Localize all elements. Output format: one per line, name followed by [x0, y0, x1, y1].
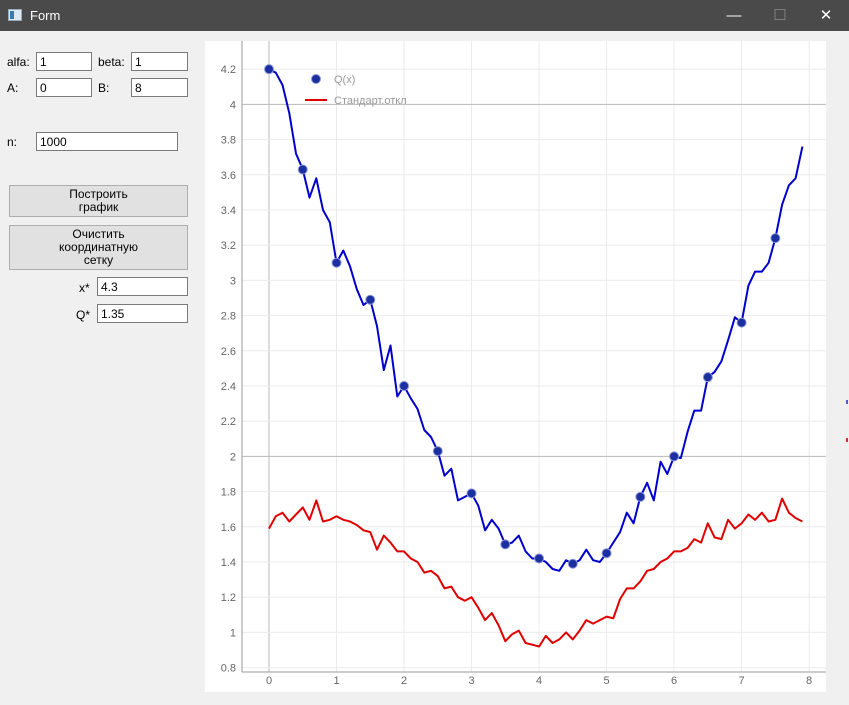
alfa-input[interactable]	[36, 52, 92, 71]
y-tick-label: 2.6	[221, 346, 236, 358]
y-tick-label: 3	[230, 275, 236, 287]
y-tick-label: 4.2	[221, 64, 236, 76]
x-tick-label: 7	[739, 675, 745, 687]
xstar-output[interactable]	[97, 277, 188, 296]
qstar-label: Q*	[76, 308, 91, 322]
x-tick-label: 6	[671, 675, 677, 687]
plot-area[interactable]: 0 1 2 3 4 5 6 7 8 0.8 1 1.2 1.4 1.6 1.8 2 2.2 2.4 2.6 2.8 3 3…	[205, 41, 826, 692]
close-button[interactable]: ✕	[803, 0, 849, 31]
y-tick-label: 2	[230, 451, 236, 463]
q-data-point	[399, 380, 410, 391]
plot-button[interactable]: Построить график	[9, 185, 188, 217]
x-tick-label: 3	[468, 675, 474, 687]
legend-label-std: Стандарт.откл	[334, 95, 407, 107]
legend-marker-q	[311, 74, 321, 84]
app-window-icon	[8, 9, 22, 21]
q-data-point	[702, 372, 713, 383]
q-data-point	[669, 451, 680, 462]
window-edge-mark-red	[846, 438, 848, 442]
b-input[interactable]	[131, 78, 188, 97]
q-data-point	[534, 553, 545, 564]
y-tick-label: 1	[230, 627, 236, 639]
x-tick-label: 8	[806, 675, 812, 687]
q-data-point	[500, 539, 511, 550]
clear-grid-button[interactable]: Очистить координатную сетку	[9, 225, 188, 270]
q-data-point	[432, 446, 443, 457]
y-tick-label: 1.4	[221, 557, 236, 569]
x-tick-label: 5	[604, 675, 610, 687]
y-tick-label: 2.4	[221, 381, 236, 393]
q-data-point	[466, 488, 477, 499]
n-input[interactable]	[36, 132, 178, 151]
maximize-button[interactable]: ☐	[757, 0, 803, 31]
y-tick-label: 1.6	[221, 522, 236, 534]
y-tick-label: 3.6	[221, 170, 236, 182]
b-label: B:	[98, 81, 110, 95]
y-tick-label: 2.8	[221, 311, 236, 323]
q-data-point	[601, 548, 612, 559]
a-label: A:	[7, 81, 19, 95]
q-data-point	[264, 64, 275, 75]
beta-input[interactable]	[131, 52, 188, 71]
q-series-line	[268, 68, 804, 572]
alfa-label: alfa:	[7, 55, 30, 69]
beta-label: beta:	[98, 55, 125, 69]
title-bar: Form — ☐ ✕	[0, 0, 849, 31]
legend-label-q: Q(x)	[334, 74, 355, 86]
x-tick-label: 4	[536, 675, 542, 687]
y-tick-label: 3.8	[221, 135, 236, 147]
a-input[interactable]	[36, 78, 92, 97]
q-data-point	[736, 317, 747, 328]
std-series-line	[268, 497, 803, 648]
x-tick-label: 0	[266, 675, 272, 687]
minimize-button[interactable]: —	[711, 0, 757, 31]
q-data-point	[365, 294, 376, 305]
y-tick-label: 0.8	[221, 663, 236, 675]
y-tick-label: 4	[230, 99, 236, 111]
q-data-point	[635, 491, 646, 502]
chart-svg: 0 1 2 3 4 5 6 7 8 0.8 1 1.2 1.4 1.6 1.8 2 2.2 2.4 2.6 2.8 3 3…	[221, 41, 826, 687]
window-edge-mark-blue	[846, 400, 848, 404]
q-data-point	[770, 233, 781, 244]
y-tick-label: 3.4	[221, 205, 236, 217]
n-label: n:	[7, 135, 18, 149]
q-data-point	[331, 257, 342, 268]
x-tick-label: 1	[333, 675, 339, 687]
qstar-output[interactable]	[97, 304, 188, 323]
y-tick-label: 1.8	[221, 487, 236, 499]
q-data-point	[567, 558, 578, 569]
q-data-point	[297, 164, 308, 175]
y-tick-label: 1.2	[221, 592, 236, 604]
y-tick-label: 2.2	[221, 416, 236, 428]
window-title: Form	[30, 8, 61, 23]
xstar-label: x*	[79, 281, 90, 295]
x-tick-label: 2	[401, 675, 407, 687]
y-tick-label: 3.2	[221, 240, 236, 252]
